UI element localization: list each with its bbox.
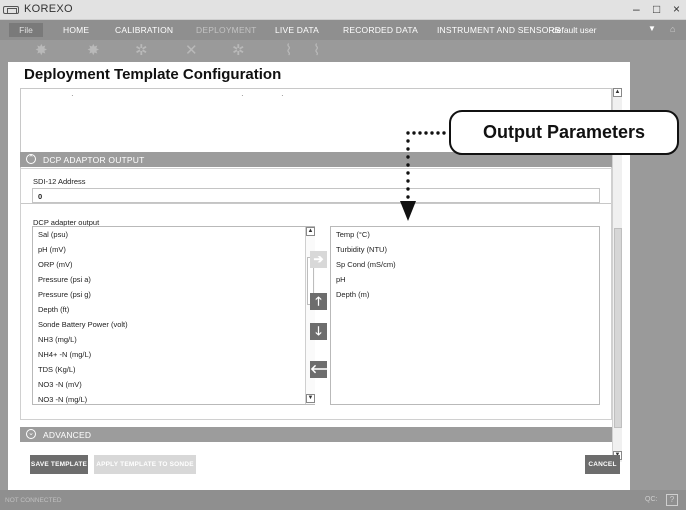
advanced-header[interactable]: ⌄ ADVANCED [20, 427, 612, 442]
selected-parameters-list[interactable]: Temp (°C) Turbidity (NTU) Sp Cond (mS/cm… [330, 226, 600, 405]
title-bar: KOREXO – □ × [0, 0, 686, 20]
list-item[interactable]: Sal (psu) [38, 230, 68, 239]
save-template-button[interactable]: SAVE TEMPLATE [30, 455, 88, 474]
menu-instrument-sensors[interactable]: INSTRUMENT AND SENSORS [437, 25, 561, 35]
tools-icon[interactable]: ✕ [185, 43, 198, 58]
menu-file[interactable]: File [9, 23, 43, 37]
list-item[interactable]: Sonde Battery Power (volt) [38, 320, 128, 329]
section-label: DCP ADAPTOR OUTPUT [43, 155, 145, 165]
home-icon[interactable]: ⌂ [670, 24, 675, 34]
callout-dot [430, 131, 434, 135]
callout-arrowhead [400, 201, 416, 221]
scroll-up-arrow-icon[interactable]: ▲ [306, 227, 315, 236]
divider: · [281, 91, 284, 100]
callout-box: Output Parameters [449, 110, 679, 155]
left-gutter [0, 62, 8, 490]
scroll-down-arrow-icon[interactable]: ▼ [306, 394, 315, 403]
list-item[interactable]: Temp (°C) [336, 230, 370, 239]
callout-pointer [400, 131, 446, 221]
toolbar: ✸ ✸ ✲ ✕ ✲ ⌇ ⌇ [0, 40, 686, 62]
app-title: KOREXO [24, 3, 73, 15]
callout-dot [412, 131, 416, 135]
menu-deployment[interactable]: DEPLOYMENT [196, 25, 257, 35]
list-item[interactable]: Turbidity (NTU) [336, 245, 387, 254]
list-item[interactable]: Depth (ft) [38, 305, 69, 314]
list-item[interactable]: NO3 -N (mg/L) [38, 395, 87, 404]
gear-settings-icon[interactable]: ✲ [232, 43, 245, 58]
help-button[interactable]: ? [666, 494, 678, 506]
divider: · [241, 91, 244, 100]
list-item[interactable]: Sp Cond (mS/cm) [336, 260, 396, 269]
divider: · [71, 91, 74, 100]
move-up-button[interactable]: 🡑 [310, 293, 327, 310]
user-dropdown[interactable]: default user [552, 25, 596, 35]
cancel-button[interactable]: CANCEL [585, 455, 620, 474]
list-item[interactable]: Depth (m) [336, 290, 369, 299]
list-item[interactable]: TDS (Kg/L) [38, 365, 76, 374]
callout-label: Output Parameters [482, 122, 646, 142]
list-item[interactable]: NH4+ -N (mg/L) [38, 350, 91, 359]
maximize-button[interactable]: □ [653, 2, 660, 16]
dialog-title: Deployment Template Configuration [24, 66, 282, 83]
menu-calibration[interactable]: CALIBRATION [115, 25, 173, 35]
minimize-button[interactable]: – [633, 2, 640, 16]
remove-parameter-button[interactable]: 🡐 [310, 361, 342, 378]
app-logo-icon [3, 6, 19, 14]
scroll-up-arrow-icon[interactable]: ▲ [613, 88, 622, 97]
callout-dot [406, 195, 410, 199]
chart-gear-icon[interactable]: ⌇ [285, 43, 292, 58]
gear-icon[interactable]: ✸ [35, 43, 48, 58]
list-item[interactable]: Pressure (psi g) [38, 290, 91, 299]
sdi-address-label: SDI-12 Address [33, 177, 86, 186]
main-menu-bar: File HOME CALIBRATION DEPLOYMENT LIVE DA… [0, 20, 686, 40]
menu-recorded-data[interactable]: RECORDED DATA [343, 25, 418, 35]
menu-live-data[interactable]: LIVE DATA [275, 25, 319, 35]
gear-icon[interactable]: ✸ [87, 43, 100, 58]
callout-dot [406, 155, 410, 159]
scrollbar-thumb[interactable] [614, 228, 622, 428]
callout-dot [436, 131, 440, 135]
callout-dot [442, 131, 446, 135]
callout-dot [406, 163, 410, 167]
expand-icon[interactable]: ⌄ [26, 429, 36, 439]
callout-dot [406, 187, 410, 191]
status-bar: NOT CONNECTED QC: ? [0, 490, 686, 510]
chevron-down-icon[interactable]: ▼ [648, 24, 656, 33]
list-item[interactable]: Pressure (psi a) [38, 275, 91, 284]
add-parameter-button[interactable]: ➔ [310, 251, 327, 268]
callout-dot [406, 147, 410, 151]
wrench-gear-icon[interactable]: ✲ [135, 43, 148, 58]
list-item[interactable]: ORP (mV) [38, 260, 72, 269]
close-button[interactable]: × [673, 2, 680, 16]
chart-gear-icon[interactable]: ⌇ [313, 43, 320, 58]
callout-dot [406, 179, 410, 183]
callout-dot [406, 171, 410, 175]
callout-dot [406, 131, 410, 135]
callout-dot [406, 139, 410, 143]
sdi-address-input[interactable]: 0 [32, 188, 600, 203]
list-item[interactable]: pH (mV) [38, 245, 66, 254]
list-item[interactable]: pH [336, 275, 346, 284]
list-item[interactable]: NO3 -N (mV) [38, 380, 82, 389]
callout-dot [418, 131, 422, 135]
apply-template-button[interactable]: APPLY TEMPLATE TO SONDE [94, 455, 196, 474]
callout-dot [424, 131, 428, 135]
collapse-icon[interactable]: ⌃ [26, 154, 36, 164]
list-item[interactable]: NH3 (mg/L) [38, 335, 77, 344]
connection-status: NOT CONNECTED [5, 497, 62, 504]
section-label: ADVANCED [43, 430, 92, 440]
available-parameters-list[interactable]: Sal (psu) pH (mV) ORP (mV) Pressure (psi… [32, 226, 315, 405]
qc-label: QC: [645, 496, 658, 503]
menu-home[interactable]: HOME [63, 25, 89, 35]
move-down-button[interactable]: 🡓 [310, 323, 327, 340]
